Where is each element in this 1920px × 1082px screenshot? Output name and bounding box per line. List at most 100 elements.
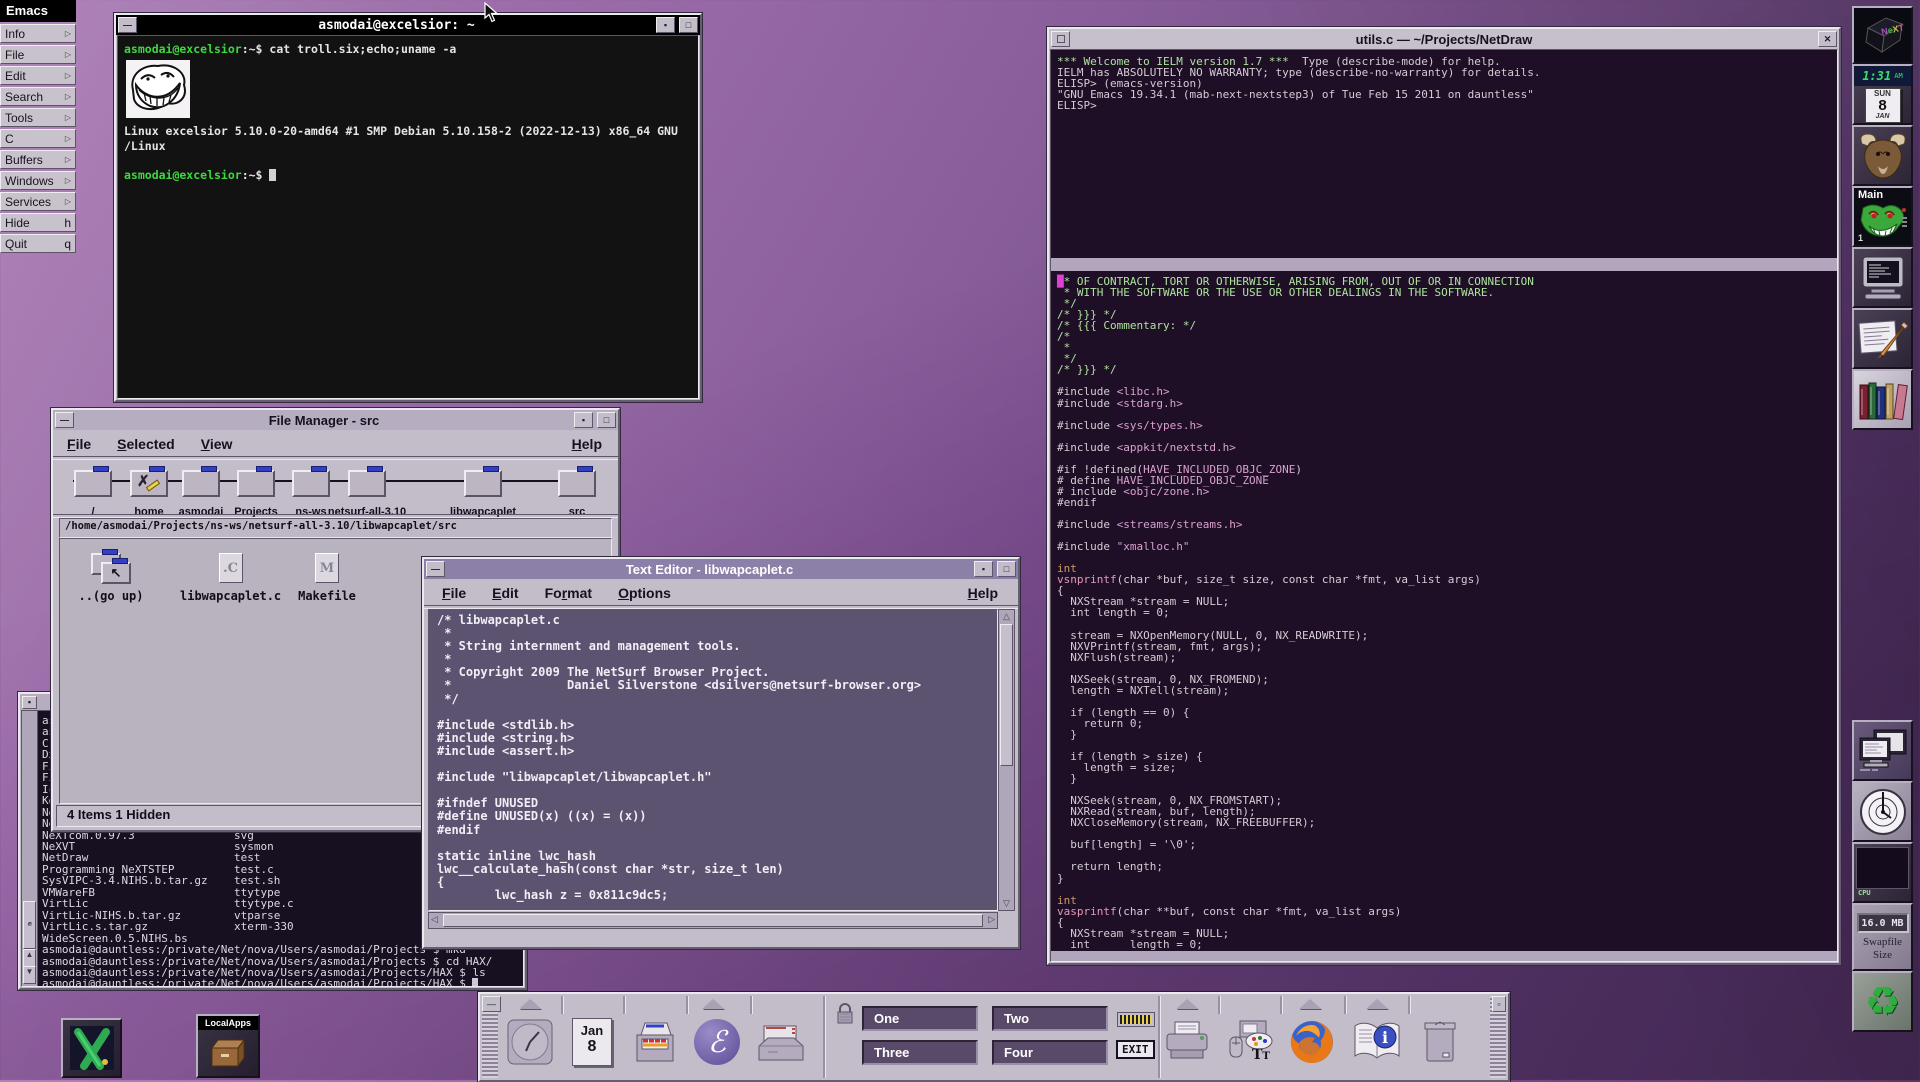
window-menu-button[interactable]: — [55, 412, 74, 428]
terminal2-scrollbar[interactable]: ▲ ▼ [22, 711, 38, 986]
lock-icon[interactable] [836, 1002, 854, 1026]
cpu-monitor-tile[interactable]: CPU [1852, 842, 1913, 903]
terminal-app-tile[interactable] [1852, 247, 1913, 308]
scroll-up-icon[interactable]: ▲ [23, 949, 36, 967]
emacs-menu-item-search[interactable]: Search▷ [0, 87, 76, 106]
emacs-window[interactable]: utils.c — ~/Projects/NetDraw ✕ *** Welco… [1047, 27, 1841, 965]
mail-button[interactable] [755, 1016, 807, 1068]
emacs-button[interactable]: ℰ [691, 1016, 743, 1068]
terminal-window-excelsior[interactable]: — asmodai@excelsior: ~ ▪ □ asmodai@excel… [114, 13, 702, 402]
minimize-icon[interactable]: ▪ [656, 17, 675, 33]
editor-app-tile[interactable] [1852, 308, 1913, 369]
emacs-buffer[interactable]: *** Welcome to IELM version 1.7 *** Type… [1050, 49, 1838, 962]
firefox-button[interactable] [1286, 1016, 1338, 1068]
minimize-icon[interactable]: ▪ [974, 561, 993, 577]
help-button[interactable]: i [1351, 1016, 1403, 1068]
emacs-menu-item-edit[interactable]: Edit▷ [0, 66, 76, 85]
text-editor-titlebar[interactable]: — Text Editor - libwapcaplet.c ▪ □ [424, 559, 1018, 579]
emacs-menu-item-tools[interactable]: Tools▷ [0, 108, 76, 127]
main-workspace-tile[interactable]: Main 1 [1852, 186, 1913, 247]
minimize-icon[interactable]: ▪ [574, 412, 593, 428]
scroll-up-icon[interactable]: △ [999, 611, 1014, 622]
panel-minimize-button[interactable]: — [482, 996, 501, 1012]
trash-button[interactable] [1414, 1016, 1466, 1068]
calendar-button[interactable]: Jan 8 [566, 1016, 618, 1068]
editor-menu-format[interactable]: Format [545, 585, 592, 601]
workspace-four[interactable]: Four [992, 1040, 1108, 1065]
text-editor-window[interactable]: — Text Editor - libwapcaplet.c ▪ □ File E… [422, 557, 1020, 949]
editor-vscrollbar[interactable]: △ ▽ [998, 609, 1015, 911]
books-tile[interactable] [1852, 369, 1913, 430]
workspace-one[interactable]: One [862, 1006, 978, 1031]
subpanel-arrow-icon[interactable] [1176, 999, 1198, 1009]
emacs-titlebar[interactable]: utils.c — ~/Projects/NetDraw ✕ [1049, 29, 1839, 49]
emacs-menu-item-services[interactable]: Services▷ [0, 192, 76, 211]
gnu-tile[interactable] [1852, 125, 1913, 186]
panel-corner-button[interactable]: ▫ [1492, 996, 1506, 1012]
terminal1-titlebar[interactable]: — asmodai@excelsior: ~ ▪ □ [116, 15, 700, 35]
next-cube-tile[interactable]: NeXT [1852, 6, 1913, 64]
dial-tile[interactable] [1852, 781, 1913, 842]
fm-menu-view[interactable]: View [201, 436, 233, 452]
file-item-goup[interactable]: ↖..(go up) [76, 553, 146, 603]
file-drawer-button[interactable] [629, 1016, 681, 1068]
breadcrumb-folder-netsurfall310[interactable]: netsurf-all-3.10 [327, 470, 407, 518]
maximize-icon[interactable]: □ [597, 412, 616, 428]
emacs-menu-item-hide[interactable]: Hideh [0, 213, 76, 232]
fm-menu-help[interactable]: Help [572, 436, 602, 452]
maximize-icon[interactable]: □ [679, 17, 698, 33]
breadcrumb-folder-src[interactable]: src [537, 470, 617, 518]
editor-menu-edit[interactable]: Edit [492, 585, 518, 601]
workspace-three[interactable]: Three [862, 1040, 978, 1065]
workspace-two[interactable]: Two [992, 1006, 1108, 1031]
window-menu-button[interactable]: — [426, 561, 445, 577]
emacs-menu-item-windows[interactable]: Windows▷ [0, 171, 76, 190]
scroll-down-icon[interactable]: ▼ [23, 966, 36, 984]
breadcrumb-folder-libwapcaplet[interactable]: libwapcaplet [443, 470, 523, 518]
monitors-tile[interactable] [1852, 720, 1913, 781]
emacs-menu-item-quit[interactable]: Quitq [0, 234, 76, 253]
text-editor-help-menu[interactable]: Help [968, 583, 998, 603]
fm-menu-file[interactable]: File [67, 436, 91, 452]
file-manager-titlebar[interactable]: — File Manager - src ▪ □ [53, 410, 618, 430]
terminal1-screen[interactable]: asmodai@excelsior:~$ cat troll.six;echo;… [117, 35, 699, 399]
close-icon[interactable]: ✕ [1818, 31, 1837, 47]
scroll-right-icon[interactable]: ▷ [988, 914, 995, 925]
window-menu-button[interactable] [1051, 31, 1070, 47]
subpanel-arrow-icon[interactable] [1299, 999, 1321, 1009]
fm-menu-selected[interactable]: Selected [117, 436, 175, 452]
maximize-icon[interactable]: □ [997, 561, 1016, 577]
scroll-down-icon[interactable]: ▽ [999, 898, 1014, 909]
file-item-Makefile[interactable]: MMakefile [292, 553, 362, 603]
x11-app-tile[interactable] [61, 1018, 122, 1078]
subpanel-arrow-icon[interactable] [1366, 999, 1388, 1009]
exit-button[interactable]: EXIT [1116, 1040, 1155, 1059]
scroll-left-icon[interactable]: ◁ [431, 914, 438, 925]
scrollbar-thumb[interactable] [23, 901, 36, 949]
editor-menu-help[interactable]: Help [968, 585, 998, 601]
editor-menu-file[interactable]: File [442, 585, 466, 601]
subpanel-arrow-icon[interactable] [702, 999, 724, 1009]
emacs-menu-item-buffers[interactable]: Buffers▷ [0, 150, 76, 169]
style-manager-button[interactable]: TT [1224, 1016, 1276, 1068]
editor-hscrollbar[interactable]: ◁ ▷ [428, 912, 998, 929]
printer-button[interactable] [1161, 1016, 1213, 1068]
editor-text-area[interactable]: /* libwapcaplet.c * * String internment … [428, 609, 998, 911]
scrollbar-thumb[interactable] [443, 914, 983, 927]
editor-menu-options[interactable]: Options [618, 585, 671, 601]
file-item-libwapcapletc[interactable]: .Clibwapcaplet.c [180, 553, 281, 603]
path-field[interactable]: /home/asmodai/Projects/ns-ws/netsurf-all… [59, 518, 612, 538]
subpanel-arrow-icon[interactable] [519, 999, 541, 1009]
window-menu-button[interactable]: — [118, 17, 137, 33]
window-menu-button[interactable]: ▪ [22, 696, 37, 709]
memory-tile[interactable]: 16.0 MB SwapfileSize [1852, 903, 1913, 971]
localapps-tile[interactable]: LocalApps [196, 1014, 260, 1078]
emacs-menu-item-file[interactable]: File▷ [0, 45, 76, 64]
file-manager-help-menu[interactable]: Help [572, 434, 602, 454]
recycler-tile[interactable]: ♻ [1852, 971, 1913, 1032]
clock-calendar-tile[interactable]: 1:31 AM SUN 8 JAN [1852, 64, 1913, 125]
emacs-menu-item-info[interactable]: Info▷ [0, 24, 76, 43]
scrollbar-thumb[interactable] [1000, 624, 1013, 766]
emacs-menu-item-c[interactable]: C▷ [0, 129, 76, 148]
clock-button[interactable] [504, 1016, 556, 1068]
